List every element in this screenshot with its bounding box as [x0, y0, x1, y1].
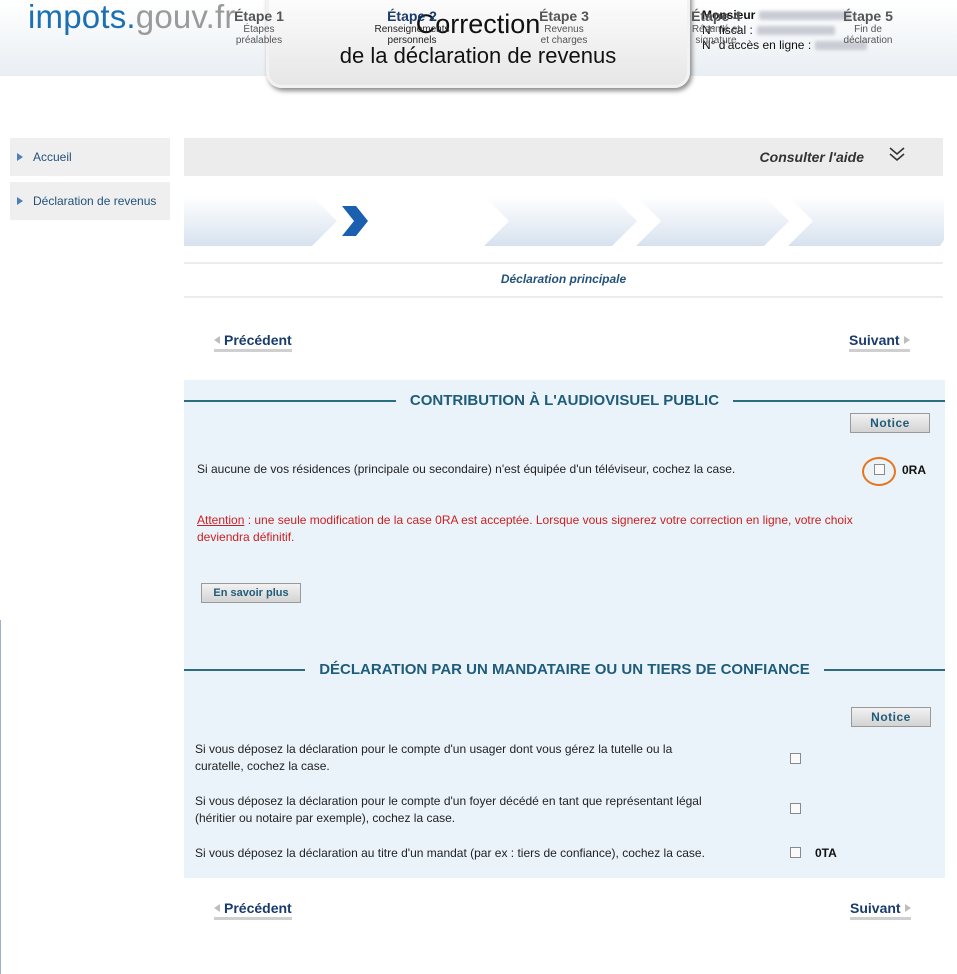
step-desc: signature	[695, 35, 737, 46]
step-4-shape	[636, 196, 789, 246]
previous-label: Précédent	[224, 900, 292, 916]
double-chevron-down-icon	[889, 147, 905, 162]
step-3[interactable]: Étape 3 Revenus et charges	[500, 0, 628, 50]
step-number: Étape 1	[234, 8, 284, 24]
step-1-shape	[184, 196, 337, 246]
question-text: Si aucune de vos résidences (principale …	[197, 462, 736, 476]
question-text: Si vous déposez la déclaration pour le c…	[195, 742, 673, 773]
step-1[interactable]: Étape 1 Étapes préalables	[184, 0, 334, 50]
code-label: 0TA	[815, 846, 837, 860]
checkbox-tutelle[interactable]	[790, 753, 801, 764]
step-desc: Revenus	[544, 24, 584, 35]
arrow-right-icon	[17, 197, 23, 205]
sidebar-item-label: Accueil	[33, 150, 72, 164]
declaration-title: Déclaration principale	[500, 272, 627, 286]
arrow-left-icon	[214, 336, 220, 344]
next-label: Suivant	[850, 900, 901, 916]
arrow-right-icon	[903, 336, 910, 344]
step-2[interactable]: Étape 2 Renseignements personnels	[366, 0, 458, 50]
step-number: Étape 3	[539, 8, 589, 24]
warning-line2: deviendra définitif.	[197, 530, 295, 544]
step-5[interactable]: Étape 5 Fin de déclaration	[804, 0, 932, 50]
step-5-shape	[788, 196, 944, 246]
arrow-right-icon	[904, 904, 911, 912]
step-desc: Résumé et	[691, 24, 741, 35]
arrow-right-icon	[17, 153, 23, 161]
next-button-bottom[interactable]: Suivant	[850, 900, 911, 920]
sidebar-item-label: Déclaration de revenus	[33, 194, 157, 208]
section-title: CONTRIBUTION À L'AUDIOVISUEL PUBLIC	[184, 392, 945, 409]
step-desc: Renseignements	[374, 24, 450, 35]
checkbox-0ra[interactable]	[874, 464, 885, 475]
logo-part1: impots.	[28, 0, 136, 35]
next-label: Suivant	[849, 332, 900, 348]
previous-button-bottom[interactable]: Précédent	[214, 900, 292, 920]
steps-background	[184, 196, 944, 246]
learn-more-button[interactable]: En savoir plus	[201, 583, 301, 603]
checkbox-decede[interactable]	[790, 803, 801, 814]
step-desc: personnels	[387, 35, 437, 46]
help-label: Consulter l'aide	[759, 149, 864, 165]
warning-text: Attention : une seule modification de la…	[197, 512, 932, 546]
step-number: Étape 5	[843, 8, 893, 24]
code-label: 0RA	[902, 463, 927, 477]
next-button-top[interactable]: Suivant	[849, 332, 910, 352]
step-desc: préalables	[235, 35, 283, 46]
step-number: Étape 4	[691, 8, 741, 24]
left-border-line	[0, 620, 1, 974]
section-mandataire: DÉCLARATION PAR UN MANDATAIRE OU UN TIER…	[184, 620, 945, 878]
step-desc: déclaration	[843, 35, 893, 46]
sidebar-item-accueil[interactable]: Accueil	[10, 138, 170, 176]
step-desc: et charges	[540, 35, 588, 46]
question-text: Si vous déposez la déclaration pour le c…	[195, 794, 702, 825]
checkbox-0ta[interactable]	[790, 847, 801, 858]
step-desc: Fin de	[854, 24, 882, 35]
step-number: Étape 2	[387, 8, 437, 24]
step-3-shape	[484, 196, 637, 246]
section-title: DÉCLARATION PAR UN MANDATAIRE OU UN TIER…	[184, 661, 945, 678]
help-bar[interactable]: Consulter l'aide	[184, 138, 943, 176]
warning-label: Attention	[197, 513, 245, 527]
step-desc: Étapes	[243, 24, 275, 35]
active-step-arrow-icon	[342, 206, 368, 236]
section-audiovisual: CONTRIBUTION À L'AUDIOVISUEL PUBLIC Noti…	[184, 380, 945, 620]
notice-button[interactable]: Notice	[850, 413, 930, 433]
arrow-left-icon	[214, 904, 220, 912]
warning-line1: : une seule modification de la case 0RA …	[244, 513, 853, 527]
question-text: Si vous déposez la déclaration au titre …	[195, 846, 705, 860]
notice-button[interactable]: Notice	[851, 707, 931, 727]
sidebar-item-declaration[interactable]: Déclaration de revenus	[10, 182, 170, 220]
previous-label: Précédent	[224, 332, 292, 348]
step-4[interactable]: Étape 4 Résumé et signature	[652, 0, 780, 50]
previous-button-top[interactable]: Précédent	[214, 332, 292, 352]
